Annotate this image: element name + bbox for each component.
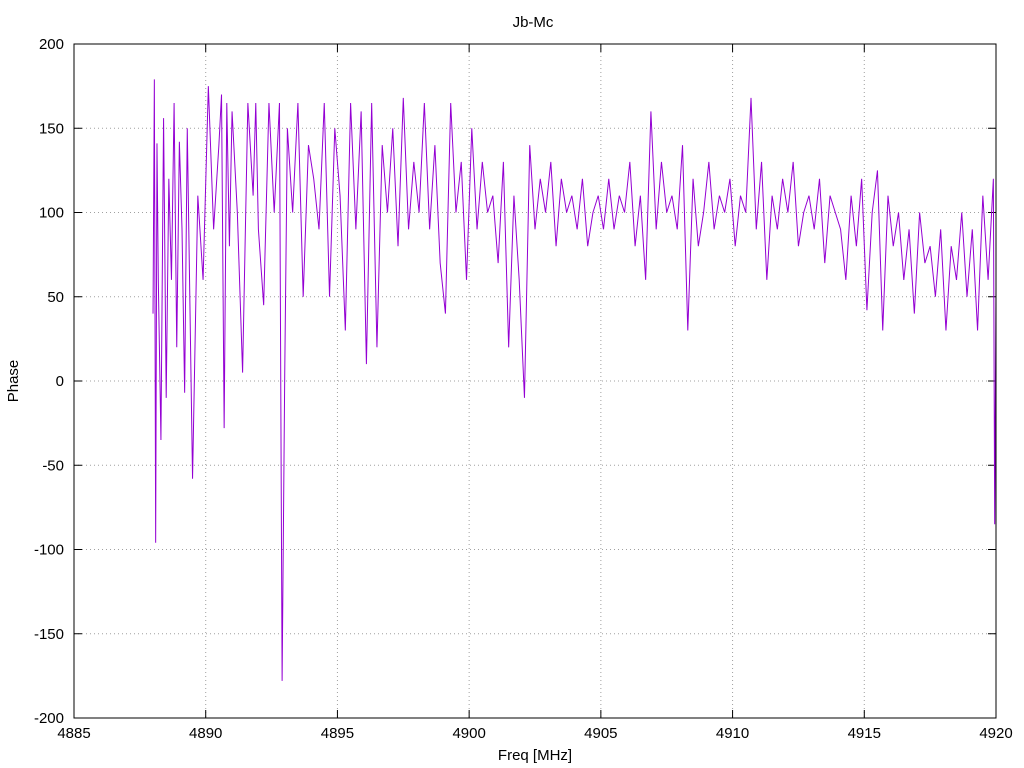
y-tick-label: -50 [42,457,64,474]
chart-canvas: 4885 4890 4895 4900 4905 4910 4915 4920 -200 -150… [5,14,1013,764]
y-tick-label: 100 [39,205,64,222]
axis-tick-labels: 4885 4890 4895 4900 4905 4910 4915 4920 -200 -150… [34,36,1013,742]
y-tick-label: 200 [39,36,64,53]
x-tick-label: 4890 [189,725,222,742]
x-tick-label: 4900 [452,725,485,742]
x-tick-label: 4910 [716,725,749,742]
y-tick-label: 150 [39,120,64,137]
y-tick-label: 50 [47,289,64,306]
x-axis-label: Freq [MHz] [498,747,572,764]
x-tick-label: 4905 [584,725,617,742]
y-tick-label: -150 [34,626,64,643]
phase-chart: 4885 4890 4895 4900 4905 4910 4915 4920 -200 -150… [0,0,1024,768]
series-layer [152,79,997,681]
x-tick-label: 4920 [979,725,1012,742]
grid-lines [74,44,996,718]
y-axis-label: Phase [5,360,22,403]
x-tick-label: 4895 [321,725,354,742]
chart-title: Jb-Mc [513,14,554,31]
y-tick-label: -100 [34,542,64,559]
x-tick-label: 4885 [57,725,90,742]
x-tick-label: 4915 [848,725,881,742]
y-tick-label: -200 [34,710,64,727]
y-tick-label: 0 [56,373,64,390]
series-line-0 [152,79,997,681]
